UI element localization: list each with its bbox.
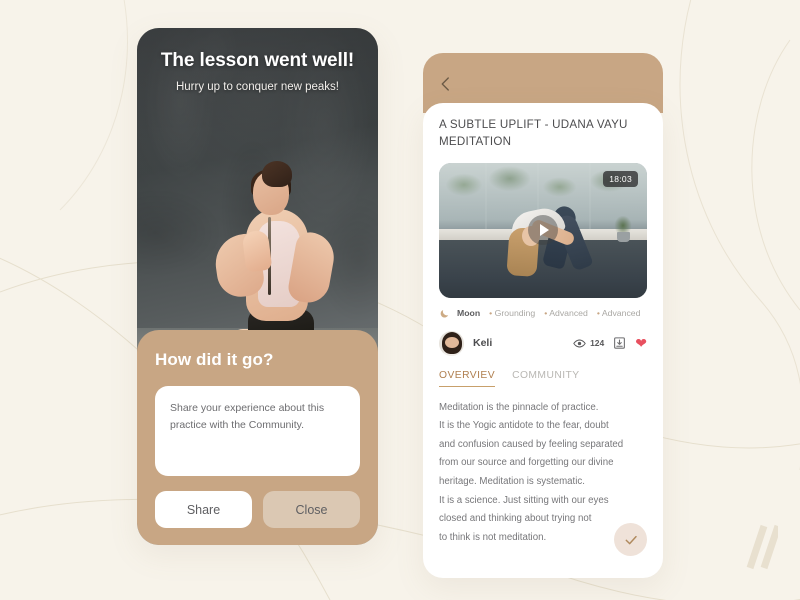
tag-row: Moon Grounding Advanced Advanced [439, 308, 647, 319]
author-name: Keli [473, 337, 493, 350]
hero-title: The lesson went well! [160, 50, 355, 71]
tag-item[interactable]: Grounding [489, 308, 536, 318]
sheet-button-row: Share Close [155, 491, 360, 528]
eye-icon [573, 339, 586, 348]
hero-text-block: The lesson went well! Hurry up to conque… [137, 50, 378, 93]
experience-textarea[interactable]: Share your experience about this practic… [155, 386, 360, 476]
tag-item[interactable]: Advanced [597, 308, 641, 318]
close-button[interactable]: Close [263, 491, 360, 528]
moon-icon [440, 309, 449, 318]
download-icon[interactable] [613, 336, 626, 350]
experience-placeholder-text: Share your experience about this practic… [170, 402, 325, 432]
right-phone-screen: A SUBTLE UPLIFT - UDANA VAYU MEDITATION … [423, 53, 663, 578]
views-count: 124 [590, 338, 605, 349]
description-text: Meditation is the pinnacle of practice. … [439, 401, 624, 543]
left-phone-screen: The lesson went well! Hurry up to conque… [137, 28, 378, 545]
views-stat: 124 [573, 337, 604, 350]
tab-overview[interactable]: OVERVIEV [439, 370, 496, 387]
heart-icon[interactable]: ❤ [635, 336, 647, 350]
video-player[interactable]: 18:03 [439, 162, 647, 298]
tab-community[interactable]: COMMUNITY [512, 370, 580, 387]
share-button[interactable]: Share [155, 491, 252, 528]
feedback-sheet: How did it go? Share your experience abo… [137, 330, 378, 545]
double-slash-mark [746, 524, 778, 570]
hero-subtitle: Hurry up to conquer new peaks! [175, 81, 339, 93]
play-icon[interactable] [528, 215, 558, 246]
background-decoration [0, 0, 800, 600]
tab-bar: OVERVIEV COMMUNITY [439, 370, 647, 387]
tag-item[interactable]: Advanced [544, 308, 588, 318]
check-icon[interactable] [614, 523, 647, 556]
avatar[interactable] [439, 330, 464, 356]
chevron-left-icon[interactable] [437, 75, 455, 93]
video-duration-badge: 18:03 [603, 170, 638, 187]
author-row: Keli 124 ❤ [439, 330, 647, 356]
tag-primary[interactable]: Moon [457, 308, 480, 318]
page-title: A SUBTLE UPLIFT - UDANA VAYU MEDITATION [439, 118, 628, 148]
stats-group: 124 ❤ [573, 336, 647, 350]
sheet-title: How did it go? [155, 350, 274, 369]
detail-card: A SUBTLE UPLIFT - UDANA VAYU MEDITATION … [423, 103, 663, 578]
